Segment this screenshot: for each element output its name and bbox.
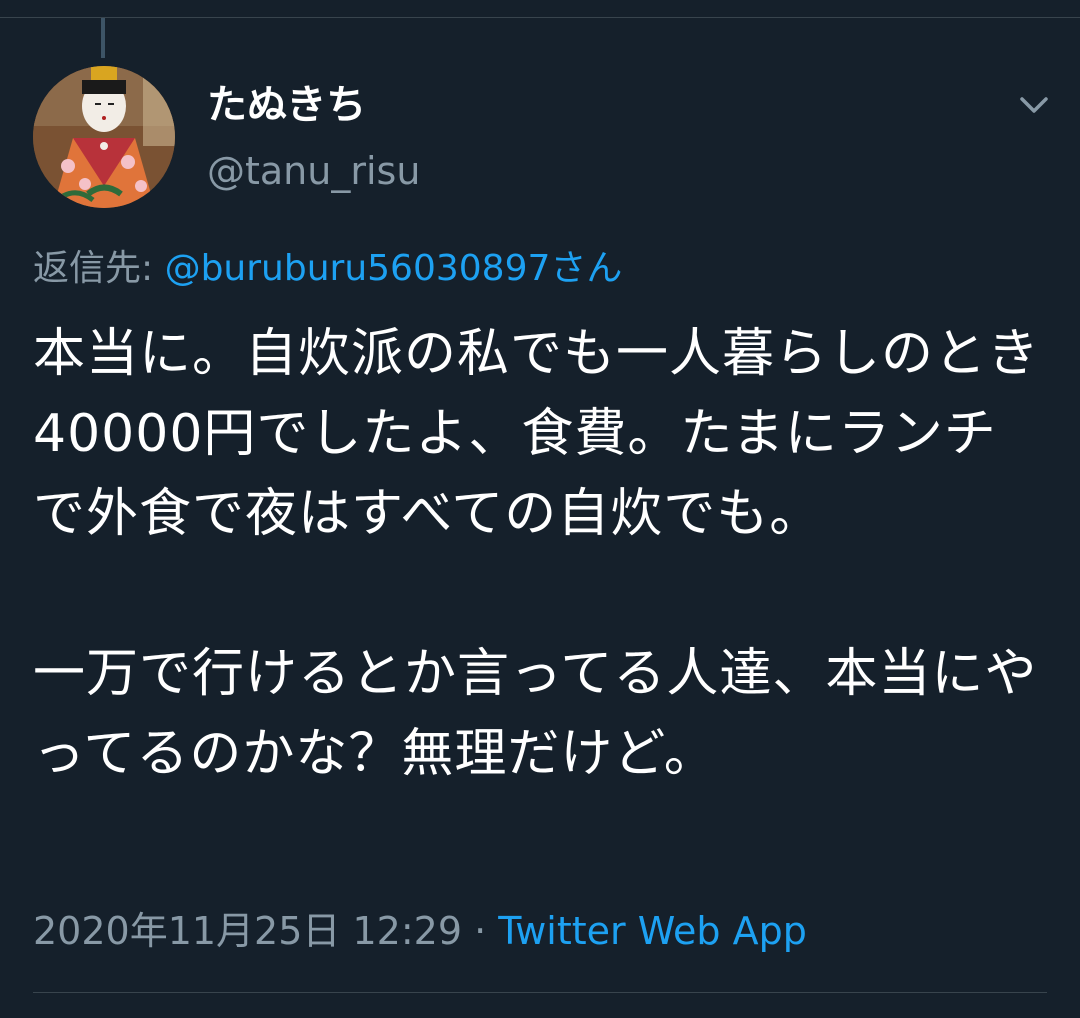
- more-options-button[interactable]: [1014, 88, 1054, 122]
- tweet-source-link[interactable]: Twitter Web App: [498, 909, 807, 953]
- chevron-down-icon: [1020, 97, 1048, 113]
- display-name[interactable]: たぬきち: [207, 82, 366, 128]
- meta-separator: ·: [462, 909, 499, 953]
- tweet-meta: 2020年11月25日 12:29 · Twitter Web App: [33, 907, 807, 955]
- top-divider: [0, 17, 1080, 18]
- tweet-text: 本当に。自炊派の私でも一人暮らしのとき40000円でしたよ、食費。たまにランチで…: [33, 324, 1041, 784]
- tweet-timestamp[interactable]: 2020年11月25日 12:29: [33, 909, 462, 953]
- avatar[interactable]: [33, 66, 175, 208]
- reply-mention-link[interactable]: @buruburu56030897さん: [165, 248, 623, 289]
- avatar-doll-image: [33, 66, 175, 208]
- reply-prefix: 返信先:: [33, 248, 165, 289]
- bottom-divider: [33, 992, 1047, 993]
- user-handle[interactable]: @tanu_risu: [207, 148, 420, 194]
- thread-connector-line: [101, 18, 105, 58]
- reply-to-line: 返信先: @buruburu56030897さん: [33, 246, 622, 292]
